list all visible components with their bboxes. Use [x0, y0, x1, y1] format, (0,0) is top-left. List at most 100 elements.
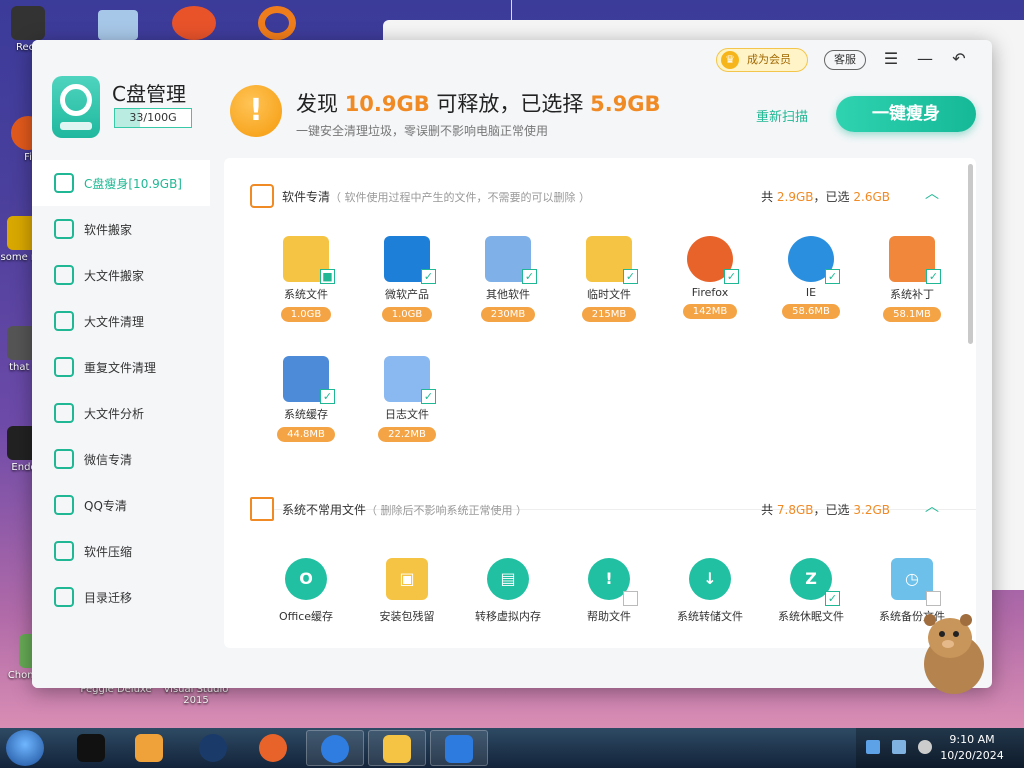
vip-button[interactable]: ♛ 成为会员: [716, 48, 808, 72]
taskbar-item-shield[interactable]: [430, 730, 488, 766]
chevron-up-icon[interactable]: ︿: [922, 497, 942, 517]
item-icon: ▤: [485, 558, 531, 604]
network-icon[interactable]: [866, 740, 880, 754]
software-clean-item[interactable]: ■ 系统文件 1.0GB: [260, 236, 352, 322]
sidebar-item-7[interactable]: QQ专清: [32, 482, 210, 528]
software-clean-item[interactable]: ✓ 系统补丁 58.1MB: [866, 236, 958, 322]
volume-icon[interactable]: [918, 740, 932, 754]
section-system-unused-header[interactable]: 系统不常用文件（ 删除后不影响系统正常使用 ） 共 7.8GB，已选 3.2GB…: [250, 497, 950, 523]
item-icon: !✓: [586, 558, 638, 606]
software-clean-item[interactable]: ✓ 日志文件 22.2MB: [361, 356, 453, 442]
start-button[interactable]: [6, 730, 44, 766]
sidebar-item-3[interactable]: 大文件清理: [32, 298, 210, 344]
sidebar-item-6[interactable]: 微信专清: [32, 436, 210, 482]
item-checkbox[interactable]: ✓: [522, 269, 537, 284]
sidebar-item-label: QQ专清: [84, 498, 127, 513]
section-software-clean-header[interactable]: 软件专清（ 软件使用过程中产生的文件，不需要的可以删除 ） 共 2.9GB，已选…: [250, 184, 950, 210]
sidebar-item-label: 大文件清理: [84, 314, 145, 329]
one-key-slim-button[interactable]: 一键瘦身: [836, 96, 976, 132]
sidebar-item-label: 微信专清: [84, 452, 133, 467]
item-size-badge: 22.2MB: [378, 427, 436, 442]
service-button[interactable]: 客服: [824, 50, 866, 70]
sidebar-item-8[interactable]: 软件压缩: [32, 528, 210, 574]
sidebar-nav: C盘瘦身[10.9GB] 软件搬家 大文件搬家大文件清理重复文件清理大文件分析微信专…: [32, 160, 210, 620]
back-icon[interactable]: ↶: [948, 48, 970, 70]
taskbar: 9:10 AM 10/20/2024: [0, 728, 1024, 768]
software-clean-item[interactable]: ✓ 其他软件 230MB: [462, 236, 554, 322]
chart-icon: [54, 403, 74, 423]
item-size-badge: 142MB: [682, 304, 738, 319]
rescan-link[interactable]: 重新扫描: [756, 106, 808, 125]
peggle-icon[interactable]: [172, 6, 216, 40]
taskbar-item-media[interactable]: [120, 730, 178, 766]
sidebar-item-label: C盘瘦身[10.9GB]: [84, 176, 182, 191]
software-clean-item[interactable]: ✓ 临时文件 215MB: [563, 236, 655, 322]
sidebar-item-1[interactable]: 软件搬家: [32, 206, 210, 252]
item-checkbox[interactable]: ✓: [421, 269, 436, 284]
software-clean-item[interactable]: ✓ 微软产品 1.0GB: [361, 236, 453, 322]
duplicate-icon: [54, 357, 74, 377]
folder-icon: [54, 311, 74, 331]
hamster-mascot: [910, 608, 992, 698]
item-checkbox[interactable]: ✓: [926, 591, 941, 606]
display-icon[interactable]: [892, 740, 906, 754]
sidebar-item-0[interactable]: C盘瘦身[10.9GB]: [32, 160, 210, 206]
orange-ring-icon[interactable]: [258, 6, 296, 40]
item-icon: ✓: [788, 236, 840, 284]
item-checkbox[interactable]: ✓: [825, 591, 840, 606]
item-name: 转移虚拟内存: [475, 610, 541, 623]
system-unused-item[interactable]: Z ✓ 系统休眠文件: [765, 558, 857, 624]
chevron-up-icon[interactable]: ︿: [922, 184, 942, 204]
sidebar-item-label: 大文件分析: [84, 406, 145, 421]
taskbar-item-cleaner[interactable]: [368, 730, 426, 766]
grid-icon: [250, 184, 274, 208]
system-unused-item[interactable]: !✓ 帮助文件: [563, 558, 655, 624]
item-checkbox[interactable]: ✓: [926, 269, 941, 284]
item-checkbox[interactable]: ✓: [421, 389, 436, 404]
system-unused-item[interactable]: ▤ 转移虚拟内存: [462, 558, 554, 624]
item-size-badge: 58.1MB: [883, 307, 941, 322]
item-icon: ✓: [889, 236, 941, 284]
taskbar-item-chomikbox[interactable]: [62, 730, 120, 766]
item-icon: ▣: [384, 558, 430, 604]
system-unused-item[interactable]: ↓ 系统转储文件: [664, 558, 756, 624]
item-icon: ✓: [283, 356, 335, 404]
sidebar-item-label: 软件压缩: [84, 544, 133, 559]
sidebar-item-4[interactable]: 重复文件清理: [32, 344, 210, 390]
item-checkbox[interactable]: ✓: [825, 269, 840, 284]
minimize-icon[interactable]: —: [914, 48, 936, 70]
scrollbar[interactable]: [968, 164, 973, 344]
window-divider: [511, 0, 512, 20]
taskbar-item-globe[interactable]: [184, 730, 242, 766]
clock[interactable]: 9:10 AM 10/20/2024: [936, 732, 1008, 764]
system-unused-item[interactable]: O Office缓存: [260, 558, 352, 624]
item-name: 日志文件: [385, 408, 429, 421]
section-totals: 共 2.9GB，已选 2.6GB: [761, 190, 890, 204]
item-checkbox[interactable]: ✓: [724, 269, 739, 284]
software-clean-item[interactable]: ✓ Firefox 142MB: [664, 236, 756, 319]
item-size-badge: 215MB: [581, 307, 637, 322]
warning-icon: !: [230, 85, 282, 137]
sidebar-item-5[interactable]: 大文件分析: [32, 390, 210, 436]
taskbar-item-flash[interactable]: [306, 730, 364, 766]
software-clean-item[interactable]: ✓ IE 58.6MB: [765, 236, 857, 319]
item-checkbox[interactable]: ✓: [320, 389, 335, 404]
software-clean-item[interactable]: ✓ 系统缓存 44.8MB: [260, 356, 352, 442]
system-unused-item[interactable]: ▣ 安装包残留: [361, 558, 453, 624]
document-icon: [250, 497, 274, 521]
item-size-badge: 58.6MB: [782, 304, 840, 319]
taskbar-item-firefox[interactable]: [244, 730, 302, 766]
directory-icon: [54, 587, 74, 607]
item-checkbox[interactable]: ■: [320, 269, 335, 284]
sidebar: C盘管理 33/100G C盘瘦身[10.9GB] 软件搬家 大文件搬家 大文件清理重…: [32, 40, 210, 688]
item-checkbox[interactable]: ✓: [623, 591, 638, 606]
item-checkbox[interactable]: ✓: [623, 269, 638, 284]
section-title: 系统不常用文件: [282, 503, 367, 517]
file-move-icon: [54, 265, 74, 285]
menu-icon[interactable]: ☰: [880, 48, 902, 70]
mail-icon[interactable]: [98, 10, 138, 40]
section-totals: 共 7.8GB，已选 3.2GB: [761, 503, 890, 517]
sidebar-item-2[interactable]: 大文件搬家: [32, 252, 210, 298]
section-desc: （ 软件使用过程中产生的文件，不需要的可以删除 ）: [330, 191, 591, 204]
sidebar-item-9[interactable]: 目录迁移: [32, 574, 210, 620]
